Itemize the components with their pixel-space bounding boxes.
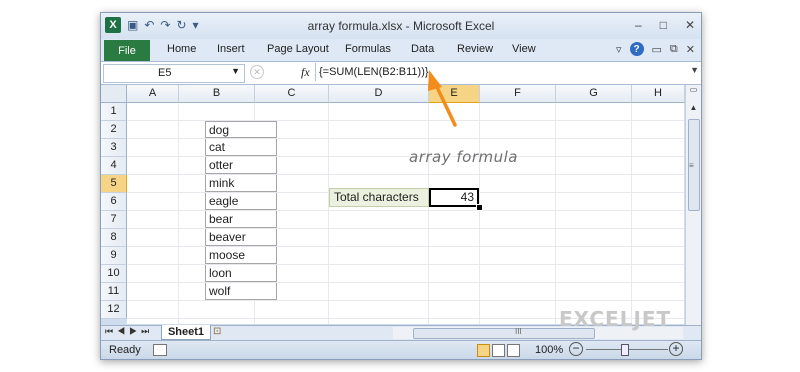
macro-record-icon[interactable]	[153, 344, 167, 356]
vertical-scrollbar[interactable]: ▭ ▲ ≡	[685, 85, 701, 325]
split-handle-icon[interactable]: ▭	[686, 85, 701, 97]
view-buttons	[477, 344, 520, 357]
page-break-view-icon[interactable]	[507, 344, 520, 357]
grip-icon: III	[515, 327, 522, 336]
sheet-navigation-icons[interactable]: ⏮◀▶⏭	[105, 326, 153, 337]
zoom-level[interactable]: 100%	[535, 344, 563, 356]
exceljet-watermark: EXCELJET	[559, 307, 672, 331]
page-layout-view-icon[interactable]	[492, 344, 505, 357]
status-ready: Ready	[109, 344, 141, 356]
zoom-slider-knob[interactable]	[621, 344, 629, 356]
scroll-up-icon[interactable]: ▲	[686, 103, 701, 117]
zoom-in-icon[interactable]: +	[669, 342, 683, 356]
zoom-out-icon[interactable]: −	[569, 342, 583, 356]
insert-sheet-icon[interactable]: ⊡	[213, 326, 221, 337]
status-bar: Ready 100% − +	[101, 340, 701, 359]
normal-view-icon[interactable]	[477, 344, 490, 357]
grip-icon: ≡	[689, 161, 694, 170]
tab-sheet1[interactable]: Sheet1	[161, 325, 211, 340]
excel-window: X ▣ ↶ ↷ ↻ ▾ array formula.xlsx - Microso…	[100, 12, 702, 360]
